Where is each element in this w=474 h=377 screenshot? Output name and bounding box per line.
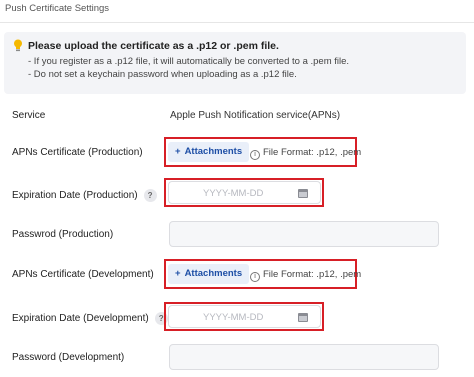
- file-format-development-info: i File Format: .p12, .pem: [250, 269, 361, 282]
- file-format-text: File Format: .p12, .pem: [263, 269, 362, 280]
- password-production-label: Passwrod (Production): [12, 229, 114, 240]
- expiration-production-label: Expiration Date (Production)?: [12, 189, 157, 202]
- page-title: Push Certificate Settings: [5, 3, 110, 14]
- expiration-development-label-text: Expiration Date (Development): [12, 313, 149, 325]
- date-placeholder: YYYY-MM-DD: [203, 312, 264, 323]
- service-label: Service: [12, 110, 46, 121]
- attachments-label: Attachments: [184, 268, 243, 279]
- service-value: Apple Push Notification service(APNs): [170, 110, 341, 121]
- notice-line: - Do not set a keychain password when up…: [28, 69, 297, 80]
- date-placeholder: YYYY-MM-DD: [203, 188, 264, 199]
- password-development-input[interactable]: [169, 344, 439, 370]
- apns-cert-development-label: APNs Certificate (Development): [12, 269, 154, 280]
- expiration-development-date-input[interactable]: YYYY-MM-DD: [168, 305, 321, 328]
- expiration-development-label: Expiration Date (Development)?: [12, 312, 168, 325]
- file-format-production-info: i File Format: .p12, .pem: [250, 147, 361, 160]
- password-production-input[interactable]: [169, 221, 439, 247]
- attachments-label: Attachments: [184, 146, 243, 157]
- apns-cert-production-label: APNs Certificate (Production): [12, 147, 143, 158]
- help-icon[interactable]: ?: [143, 189, 157, 202]
- notice-line: - If you register as a .p12 file, it wil…: [28, 56, 350, 67]
- attachments-development-button[interactable]: + Attachments: [168, 264, 250, 284]
- plus-icon: +: [175, 268, 181, 279]
- file-format-text: File Format: .p12, .pem: [263, 147, 362, 158]
- plus-icon: +: [175, 146, 181, 157]
- expiration-production-label-text: Expiration Date (Production): [12, 190, 138, 202]
- info-icon: i: [250, 150, 260, 160]
- lightbulb-icon: [14, 39, 22, 52]
- title-divider: [0, 22, 474, 23]
- attachments-production-button[interactable]: + Attachments: [168, 142, 250, 162]
- notice-title: Please upload the certificate as a .p12 …: [28, 40, 279, 52]
- password-development-label: Password (Development): [12, 352, 125, 363]
- info-icon: i: [250, 272, 260, 282]
- expiration-production-date-input[interactable]: YYYY-MM-DD: [168, 181, 321, 204]
- calendar-icon[interactable]: [298, 312, 308, 322]
- upload-notice: Please upload the certificate as a .p12 …: [4, 32, 466, 94]
- calendar-icon[interactable]: [298, 188, 308, 198]
